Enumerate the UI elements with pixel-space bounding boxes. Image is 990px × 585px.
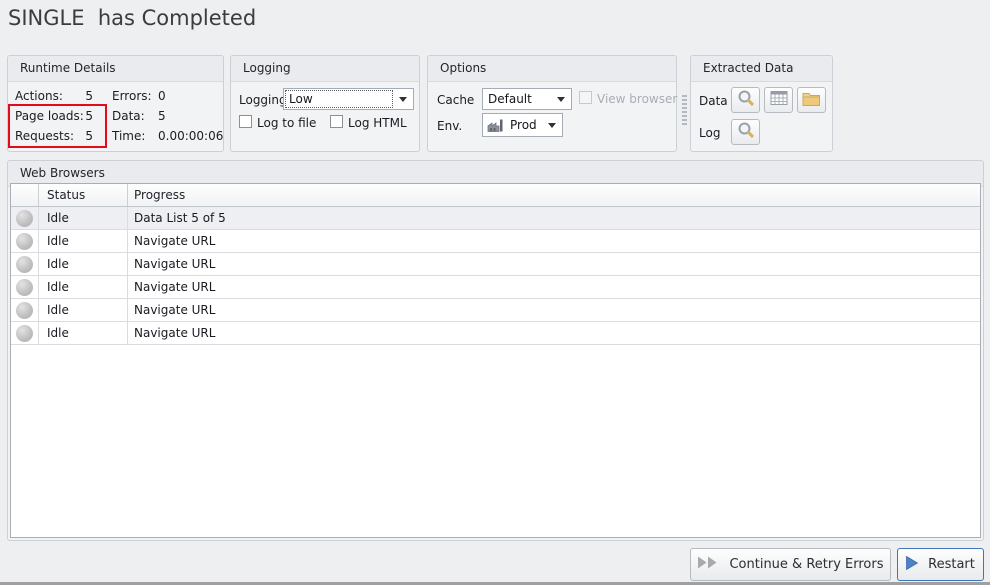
log-to-file-label: Log to file [257,116,316,130]
browser-status-cell: Idle [39,322,128,344]
logging-level-label: Logging [239,93,287,107]
stat-errors: Errors:0 [112,89,166,103]
grid-body: Idle Data List 5 of 5 Idle Navigate URL … [11,207,980,345]
browser-progress-cell: Navigate URL [128,299,980,321]
browsers-grid: Status Progress Idle Data List 5 of 5 Id… [10,183,981,538]
magnifier-icon [737,121,755,143]
panel-splitter-handle[interactable] [682,95,687,125]
stat-page-loads: Page loads:5 [15,109,93,123]
view-browser-checkbox [579,91,592,104]
progress-column-header[interactable]: Progress [128,184,980,206]
browser-status-icon [16,302,33,319]
browser-progress-cell: Navigate URL [128,322,980,344]
runtime-details-panel: Runtime Details Actions:5 Page loads:5 R… [7,55,224,152]
icon-column-header[interactable] [11,184,39,206]
factory-icon [487,119,505,135]
grid-header-row: Status Progress [11,184,980,207]
magnifier-icon [737,89,755,111]
browser-row[interactable]: Idle Navigate URL [11,299,980,322]
log-label: Log [699,126,720,140]
browser-row[interactable]: Idle Data List 5 of 5 [11,207,980,230]
log-html-checkbox[interactable] [330,115,343,128]
browser-progress-cell: Navigate URL [128,230,980,252]
status-column-header[interactable]: Status [39,184,128,206]
cache-select[interactable]: Default [482,88,572,110]
browser-status-cell: Idle [39,230,128,252]
open-data-table-button[interactable] [764,87,793,113]
stat-data: Data:5 [112,109,166,123]
chevron-down-icon [548,123,556,128]
env-select[interactable]: Prod [482,113,563,137]
focus-rect [285,90,393,108]
app-window: SINGLE has Completed Runtime Details Act… [0,0,990,585]
options-header: Options [428,56,676,82]
browser-row[interactable]: Idle Navigate URL [11,230,980,253]
log-html-label: Log HTML [348,116,407,130]
chevron-down-icon [399,97,407,102]
browser-progress-cell: Data List 5 of 5 [128,207,980,229]
browser-progress-cell: Navigate URL [128,253,980,275]
view-data-button[interactable] [731,87,760,113]
stat-actions: Actions:5 [15,89,93,103]
data-label: Data [699,94,728,108]
extracted-data-panel: Extracted Data Data [690,55,833,152]
chevron-down-icon [557,97,565,102]
browser-status-icon [16,233,33,250]
env-label: Env. [437,119,462,133]
extracted-data-header: Extracted Data [691,56,832,82]
browser-status-icon [16,279,33,296]
runtime-details-header: Runtime Details [8,56,223,82]
browser-status-cell: Idle [39,253,128,275]
browser-row[interactable]: Idle Navigate URL [11,253,980,276]
cache-label: Cache [437,93,474,107]
browser-status-cell: Idle [39,299,128,321]
stat-time: Time:0.00:00:06 [112,129,223,143]
browser-row[interactable]: Idle Navigate URL [11,276,980,299]
double-play-icon [697,556,719,573]
continue-retry-errors-button[interactable]: Continue & Retry Errors [690,548,891,581]
logging-level-select[interactable]: Low [283,88,414,110]
logging-panel: Logging Logging Low Log to file Log HTML [230,55,420,152]
browser-status-icon [16,210,33,227]
view-log-button[interactable] [731,119,760,145]
browser-progress-cell: Navigate URL [128,276,980,298]
view-browser-label: View browser [597,92,677,106]
page-title: SINGLE has Completed [8,6,256,30]
web-browsers-panel: Web Browsers Status Progress Idle Data L… [7,160,984,541]
browser-status-icon [16,325,33,342]
open-data-folder-button[interactable] [797,87,826,113]
logging-header: Logging [231,56,419,82]
folder-icon [802,91,821,110]
browser-status-cell: Idle [39,207,128,229]
options-panel: Options Cache Default View browser Env. … [427,55,677,152]
log-to-file-checkbox[interactable] [239,115,252,128]
restart-button[interactable]: Restart [897,548,984,581]
browser-status-cell: Idle [39,276,128,298]
data-table-icon [770,90,788,110]
stat-requests: Requests:5 [15,129,93,143]
browser-row[interactable]: Idle Navigate URL [11,322,980,345]
play-icon [906,556,918,574]
browser-status-icon [16,256,33,273]
